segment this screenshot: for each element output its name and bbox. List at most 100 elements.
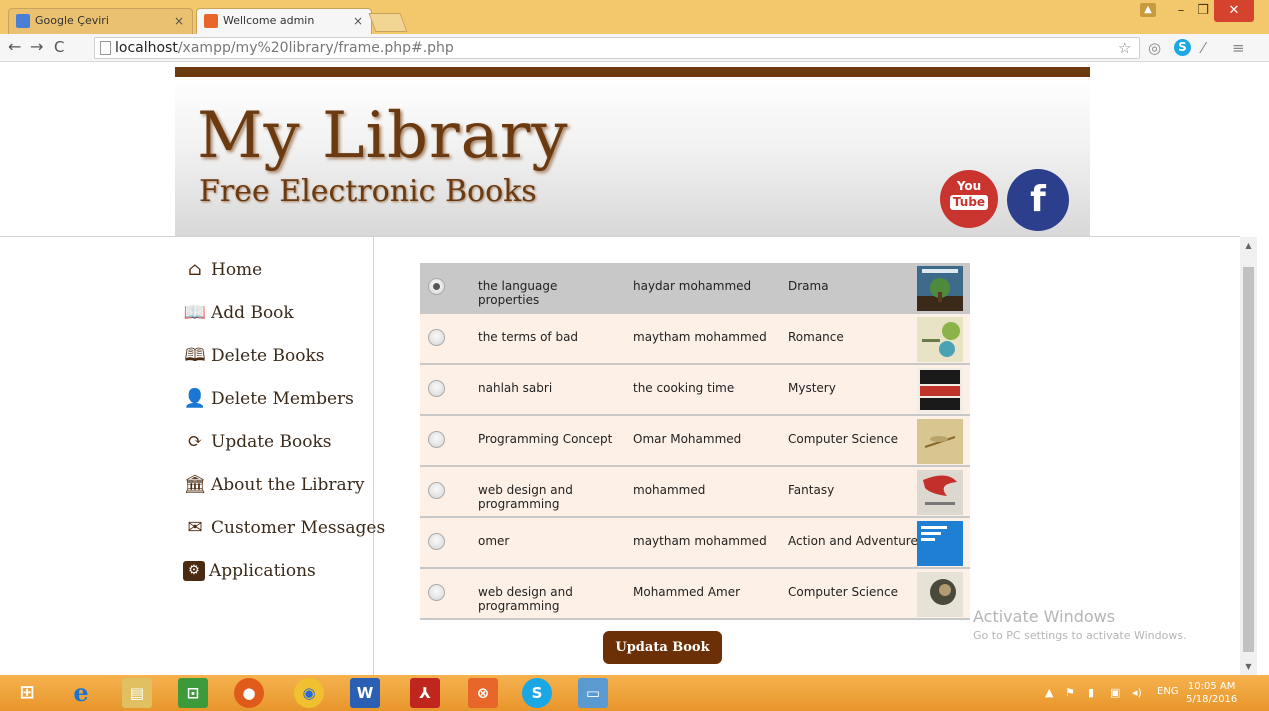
skype-icon[interactable]: S	[522, 678, 552, 708]
institution-icon: 🏛	[183, 474, 207, 495]
book-author: haydar mohammed	[633, 279, 752, 293]
book-cover-image	[917, 266, 963, 311]
book-genre: Action and Adventure	[788, 534, 918, 548]
book-title: web design and programming	[478, 585, 573, 613]
close-tab-icon[interactable]: ×	[353, 9, 363, 33]
site-subtitle: Free Electronic Books	[199, 174, 537, 209]
book-delete-icon: 🕮	[184, 345, 206, 366]
google-translate-icon	[16, 14, 30, 28]
book-title: the language properties	[478, 279, 558, 307]
sidebar-item-label: Home	[211, 260, 263, 280]
browser-toolbar: ← → C localhost/xampp/my%20library/frame…	[0, 34, 1269, 62]
table-row[interactable]: web design and programming Mohammed Amer…	[420, 569, 970, 620]
browser-tab-strip: Google Çeviri × Wellcome admin × ▲ – ❐ ✕	[0, 0, 1269, 34]
youtube-icon[interactable]: You Tube	[940, 170, 998, 228]
firefox-icon[interactable]: ●	[234, 678, 264, 708]
tab-google-ceviri[interactable]: Google Çeviri ×	[8, 8, 193, 34]
table-row[interactable]: web design and programming mohammed Fant…	[420, 467, 970, 518]
tray-expand-icon[interactable]: ▲	[1045, 686, 1053, 699]
sidebar-item-label: Update Books	[211, 432, 332, 452]
photos-icon[interactable]: ▭	[578, 678, 608, 708]
system-clock[interactable]: 10:05 AM 5/18/2016	[1186, 680, 1237, 706]
book-genre: Romance	[788, 330, 844, 344]
select-radio[interactable]	[428, 584, 445, 601]
activate-windows-subtitle: Go to PC settings to activate Windows.	[973, 629, 1187, 642]
book-genre: Computer Science	[788, 585, 898, 599]
store-icon[interactable]: ⊡	[178, 678, 208, 708]
book-author: maytham mohammed	[633, 534, 767, 548]
tab-wellcome-admin[interactable]: Wellcome admin ×	[196, 8, 372, 34]
close-window-icon[interactable]: ✕	[1214, 0, 1254, 22]
divider	[0, 236, 1240, 237]
back-icon[interactable]: ←	[8, 38, 21, 56]
sidebar-item-customer-messages[interactable]: ✉ Customer Messages	[183, 513, 385, 543]
envelope-icon: ✉	[187, 517, 203, 538]
facebook-icon[interactable]: f	[1007, 169, 1069, 231]
close-tab-icon[interactable]: ×	[174, 9, 184, 33]
table-row[interactable]: nahlah sabri the cooking time Mystery	[420, 365, 970, 416]
address-bar[interactable]: localhost/xampp/my%20library/frame.php#.…	[94, 37, 1140, 59]
book-genre: Mystery	[788, 381, 836, 395]
minimize-icon[interactable]: –	[1170, 0, 1192, 22]
battery-icon[interactable]: ▮	[1088, 686, 1094, 699]
page-icon	[100, 41, 111, 55]
table-row[interactable]: Programming Concept Omar Mohammed Comput…	[420, 416, 970, 467]
internet-explorer-icon[interactable]: e	[66, 678, 96, 708]
menu-icon[interactable]: ≡	[1232, 39, 1245, 57]
scroll-thumb[interactable]	[1243, 267, 1254, 652]
bookmark-star-icon[interactable]: ☆	[1118, 39, 1131, 57]
sidebar-item-applications[interactable]: ⚙ Applications	[183, 556, 316, 586]
site-header: My Library Free Electronic Books You Tub…	[175, 67, 1090, 237]
select-radio[interactable]	[428, 482, 445, 499]
forward-icon[interactable]: →	[30, 38, 43, 56]
sidebar-item-about-library[interactable]: 🏛 About the Library	[183, 470, 365, 500]
extension-icon[interactable]: ◎	[1148, 39, 1161, 57]
select-radio[interactable]	[428, 329, 445, 346]
sidebar-item-delete-members[interactable]: 👤 Delete Members	[183, 384, 354, 414]
network-icon[interactable]: ▣	[1110, 686, 1120, 699]
flag-icon[interactable]: ⚑	[1065, 686, 1075, 699]
restore-icon[interactable]: ❐	[1192, 0, 1214, 22]
book-title: the terms of bad	[478, 330, 579, 344]
vertical-scrollbar[interactable]: ▲ ▼	[1240, 237, 1257, 675]
update-book-button[interactable]: Updata Book	[603, 631, 722, 664]
user-delete-icon: 👤	[183, 388, 207, 409]
book-cover-image	[917, 470, 963, 515]
file-explorer-icon[interactable]: ▤	[122, 678, 152, 708]
table-row[interactable]: the language properties haydar mohammed …	[420, 263, 970, 314]
book-genre: Drama	[788, 279, 829, 293]
xampp-icon[interactable]: ⊗	[468, 678, 498, 708]
extension-icon[interactable]: ⁄	[1202, 39, 1205, 57]
volume-icon[interactable]: ◂)	[1132, 686, 1142, 699]
book-cover-image	[917, 572, 963, 617]
new-tab-button[interactable]	[368, 13, 408, 32]
youtube-tube-text: Tube	[949, 195, 989, 210]
language-indicator[interactable]: ENG	[1157, 686, 1179, 697]
refresh-icon: ⟳	[187, 431, 203, 452]
table-row[interactable]: omer maytham mohammed Action and Adventu…	[420, 518, 970, 569]
chrome-icon[interactable]: ◉	[294, 678, 324, 708]
sidebar-item-label: Applications	[209, 561, 316, 581]
skype-extension-icon[interactable]: S	[1174, 39, 1191, 56]
table-row[interactable]: the terms of bad maytham mohammed Romanc…	[420, 314, 970, 365]
select-radio[interactable]	[428, 431, 445, 448]
sidebar-item-add-book[interactable]: 📖 Add Book	[183, 298, 294, 328]
reload-icon[interactable]: C	[54, 38, 64, 56]
scroll-up-icon[interactable]: ▲	[1240, 237, 1257, 254]
sidebar-item-delete-books[interactable]: 🕮 Delete Books	[183, 341, 324, 371]
select-radio[interactable]	[428, 278, 445, 295]
scroll-down-icon[interactable]: ▼	[1240, 658, 1257, 675]
clock-date: 5/18/2016	[1186, 694, 1238, 705]
select-radio[interactable]	[428, 533, 445, 550]
sidebar-item-home[interactable]: ⌂ Home	[183, 255, 262, 285]
book-genre: Computer Science	[788, 432, 898, 446]
windows-start-icon[interactable]: ⊞	[12, 678, 42, 708]
url-host: localhost	[115, 40, 178, 56]
windows-taskbar: ⊞ e ▤ ⊡ ● ◉ W ⅄ ⊗ S ▭ ▲ ⚑ ▮ ▣ ◂) ENG 10:…	[0, 675, 1269, 711]
sidebar-item-update-books[interactable]: ⟳ Update Books	[183, 427, 332, 457]
profile-icon[interactable]: ▲	[1140, 3, 1156, 17]
url-path: /xampp/my%20library/frame.php#.php	[177, 40, 454, 56]
select-radio[interactable]	[428, 380, 445, 397]
acrobat-icon[interactable]: ⅄	[410, 678, 440, 708]
word-icon[interactable]: W	[350, 678, 380, 708]
